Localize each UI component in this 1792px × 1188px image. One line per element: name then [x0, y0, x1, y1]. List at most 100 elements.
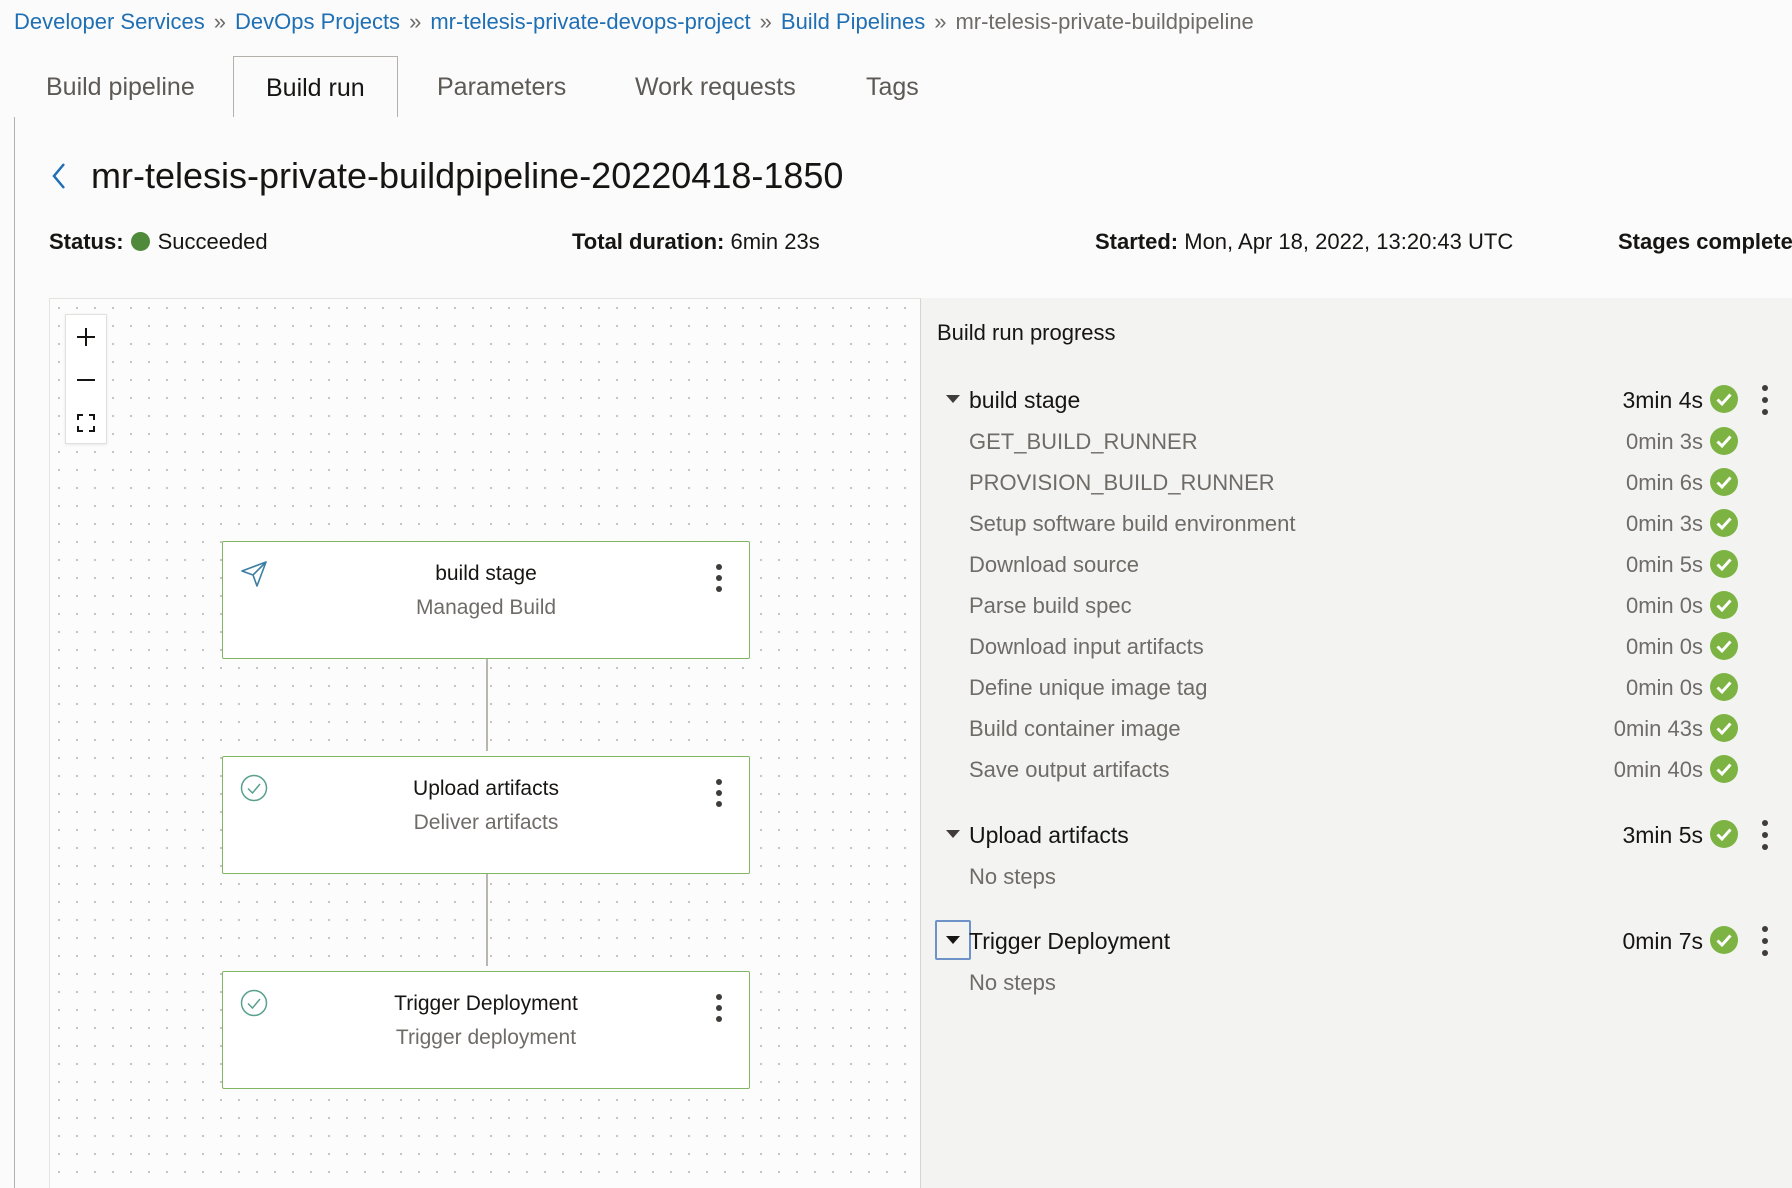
- stages-label: Stages complete: [1618, 229, 1792, 254]
- zoom-controls: [65, 314, 107, 444]
- zoom-out-button[interactable]: [66, 358, 106, 401]
- node-connector: [486, 874, 488, 966]
- kebab-menu-icon[interactable]: [711, 992, 727, 1024]
- step-row: Download input artifacts 0min 0s: [921, 626, 1792, 666]
- no-steps-text: No steps: [969, 970, 1056, 995]
- kebab-menu-icon[interactable]: [711, 562, 727, 594]
- duration-label: Total duration:: [572, 229, 725, 254]
- breadcrumb-separator: »: [759, 9, 772, 34]
- tab-build-pipeline[interactable]: Build pipeline: [46, 56, 195, 118]
- stage-toggle-button[interactable]: [935, 920, 971, 960]
- step-duration: 0min 3s: [1625, 429, 1703, 454]
- stage-name: Upload artifacts: [969, 822, 1129, 848]
- success-check-icon: [1710, 591, 1738, 619]
- breadcrumb-separator: »: [934, 9, 947, 34]
- step-duration: 0min 5s: [1625, 552, 1703, 577]
- breadcrumb-separator: »: [409, 9, 422, 34]
- stages-summary: Stages complete: [1618, 229, 1792, 255]
- step-duration: 0min 40s: [1613, 757, 1703, 782]
- success-check-icon: [1710, 550, 1738, 578]
- node-subtitle: Trigger deployment: [395, 1026, 577, 1049]
- success-check-icon: [1710, 926, 1738, 954]
- zoom-in-button[interactable]: [66, 315, 106, 358]
- step-duration: 0min 0s: [1625, 675, 1703, 700]
- build-run-progress-panel: Build run progress build stage 3min 4s G…: [921, 298, 1792, 1188]
- fit-to-screen-button[interactable]: [66, 401, 106, 444]
- stage-row-build-stage: build stage 3min 4s: [921, 379, 1792, 419]
- tab-tags[interactable]: Tags: [866, 56, 919, 118]
- kebab-menu-icon[interactable]: [711, 777, 727, 809]
- breadcrumb-current: mr-telesis-private-buildpipeline: [955, 9, 1254, 34]
- breadcrumb-link-devops-projects[interactable]: DevOps Projects: [235, 9, 400, 34]
- status-label: Status:: [49, 229, 124, 254]
- step-row: Parse build spec 0min 0s: [921, 585, 1792, 625]
- pipeline-node-trigger-deployment[interactable]: Trigger Deployment Trigger deployment: [222, 971, 750, 1089]
- duration-summary: Total duration: 6min 23s: [572, 229, 820, 255]
- node-connector: [486, 659, 488, 751]
- step-row: PROVISION_BUILD_RUNNER 0min 6s: [921, 462, 1792, 502]
- pipeline-canvas[interactable]: build stage Managed Build Upload artifac…: [49, 298, 921, 1188]
- success-check-icon: [1710, 820, 1738, 848]
- step-name: Build container image: [969, 716, 1181, 741]
- stage-duration: 3min 4s: [1622, 387, 1703, 413]
- breadcrumb-link-project[interactable]: mr-telesis-private-devops-project: [430, 9, 750, 34]
- step-row: Define unique image tag 0min 0s: [921, 667, 1792, 707]
- kebab-menu-icon[interactable]: [1757, 383, 1773, 417]
- stage-duration: 3min 5s: [1622, 822, 1703, 848]
- step-row: Setup software build environment 0min 3s: [921, 503, 1792, 543]
- node-subtitle: Managed Build: [415, 596, 557, 619]
- node-title: Trigger Deployment: [394, 992, 578, 1015]
- duration-value: 6min 23s: [730, 229, 820, 254]
- step-name: GET_BUILD_RUNNER: [969, 429, 1198, 454]
- stage-toggle-button[interactable]: [935, 379, 971, 419]
- node-title: build stage: [435, 562, 537, 585]
- step-duration: 0min 43s: [1613, 716, 1703, 741]
- stage-duration: 0min 7s: [1622, 928, 1703, 954]
- success-check-icon: [1710, 385, 1738, 413]
- build-run-panel: mr-telesis-private-buildpipeline-2022041…: [14, 117, 1792, 1188]
- node-title: Upload artifacts: [413, 777, 559, 800]
- started-value: Mon, Apr 18, 2022, 13:20:43 UTC: [1184, 229, 1514, 254]
- tab-build-run[interactable]: Build run: [233, 56, 398, 119]
- step-name: Download source: [969, 552, 1139, 577]
- step-name: Define unique image tag: [969, 675, 1208, 700]
- step-duration: 0min 6s: [1625, 470, 1703, 495]
- success-check-icon: [1710, 509, 1738, 537]
- stage-row-trigger-deployment: Trigger Deployment 0min 7s: [921, 920, 1792, 960]
- stage-toggle-button[interactable]: [935, 814, 971, 854]
- success-check-icon: [1710, 673, 1738, 701]
- breadcrumb-separator: »: [213, 9, 226, 34]
- breadcrumb: Developer Services » DevOps Projects » mr-te…: [14, 9, 1254, 35]
- step-name: PROVISION_BUILD_RUNNER: [969, 470, 1275, 495]
- step-row: Download source 0min 5s: [921, 544, 1792, 584]
- title-row: mr-telesis-private-buildpipeline-2022041…: [45, 155, 843, 197]
- progress-title: Build run progress: [937, 320, 1116, 345]
- kebab-menu-icon[interactable]: [1757, 818, 1773, 852]
- started-summary: Started: Mon, Apr 18, 2022, 13:20:43 UTC: [1095, 229, 1513, 255]
- tab-bar: Build pipeline Build run Parameters Work…: [14, 56, 1792, 119]
- pipeline-node-upload-artifacts[interactable]: Upload artifacts Deliver artifacts: [222, 756, 750, 874]
- stage-name: build stage: [969, 387, 1081, 413]
- success-check-icon: [1710, 427, 1738, 455]
- step-row: Save output artifacts 0min 40s: [921, 749, 1792, 789]
- breadcrumb-link-developer-services[interactable]: Developer Services: [14, 9, 205, 34]
- tab-work-requests[interactable]: Work requests: [635, 56, 796, 118]
- caret-down-icon: [946, 936, 960, 944]
- success-check-icon: [1710, 468, 1738, 496]
- status-value: Succeeded: [157, 229, 268, 254]
- caret-down-icon: [946, 830, 960, 838]
- stage-row-upload-artifacts: Upload artifacts 3min 5s: [921, 814, 1792, 854]
- started-label: Started:: [1095, 229, 1179, 254]
- tab-parameters[interactable]: Parameters: [437, 56, 566, 118]
- page-title: mr-telesis-private-buildpipeline-2022041…: [91, 155, 844, 196]
- success-check-icon: [1710, 714, 1738, 742]
- node-subtitle: Deliver artifacts: [413, 811, 559, 834]
- status-summary: Status: Succeeded: [49, 229, 268, 255]
- pipeline-node-build-stage[interactable]: build stage Managed Build: [222, 541, 750, 659]
- chevron-left-icon[interactable]: [45, 158, 73, 194]
- step-duration: 0min 0s: [1625, 593, 1703, 618]
- kebab-menu-icon[interactable]: [1757, 924, 1773, 958]
- breadcrumb-link-build-pipelines[interactable]: Build Pipelines: [781, 9, 925, 34]
- step-name: Save output artifacts: [969, 757, 1170, 782]
- status-dot-icon: [130, 232, 150, 251]
